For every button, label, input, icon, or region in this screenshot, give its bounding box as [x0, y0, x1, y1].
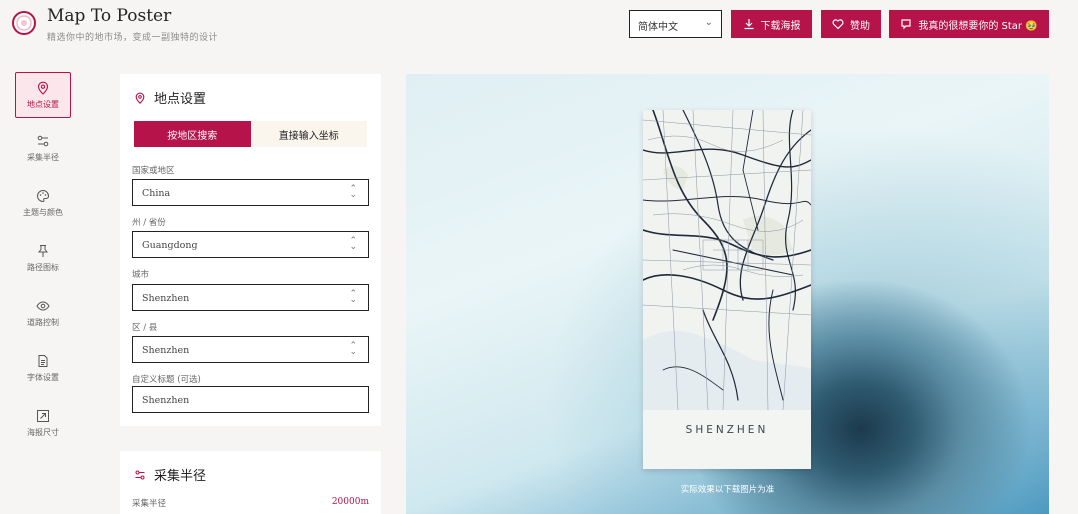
radius-panel-title: 采集半径 [154, 469, 207, 484]
poster-city-name: SHENZHEN [685, 424, 769, 436]
up-down-chevron-icon: ⌃ ⌄ [349, 184, 357, 200]
search-mode-tabs: 按地区搜索 直接输入坐标 [134, 121, 367, 147]
district-value: Shenzhen [142, 345, 190, 356]
panel-title: 地点设置 [134, 88, 206, 107]
palette-icon [37, 189, 50, 202]
pin-icon [37, 244, 49, 257]
city-select[interactable]: Shenzhen ⌃ ⌄ [132, 284, 369, 311]
city-label: 城市 [132, 270, 150, 280]
language-select[interactable]: 简体中文 ⌄ [629, 10, 722, 38]
github-star-button[interactable]: 我真的很想要你的 Star 🥹 [889, 10, 1049, 38]
preview-disclaimer: 实际效果以下载图片为准 [680, 485, 775, 495]
sidebar-item-label: 海报尺寸 [27, 427, 59, 437]
download-poster-label: 下载海报 [760, 20, 801, 32]
app-subtitle: 精选你中的地市场，变成一副独特的设计 [47, 33, 219, 43]
sidebar-item-roads[interactable]: 道路控制 [15, 290, 71, 336]
language-select-value: 简体中文 [638, 22, 678, 33]
panel-title: 采集半径 [134, 465, 206, 484]
sidebar-item-label: 道路控制 [27, 317, 59, 327]
download-poster-button[interactable]: 下载海报 [731, 10, 812, 38]
app-title: Map To Poster [47, 6, 172, 26]
tab-enter-coordinates[interactable]: 直接输入坐标 [250, 121, 367, 147]
sidebar-item-label: 路径图标 [27, 262, 59, 272]
sliders-icon [135, 470, 145, 479]
github-star-label: 我真的很想要你的 Star 🥹 [918, 20, 1038, 32]
map-pin-icon [135, 92, 145, 104]
sidebar-item-label: 主题与颜色 [23, 207, 63, 217]
city-value: Shenzhen [142, 293, 190, 304]
download-icon [744, 19, 753, 30]
custom-title-input[interactable]: Shenzhen [132, 386, 369, 413]
poster-preview-area: SHENZHEN 实际效果以下载图片为准 [406, 74, 1049, 514]
tab-search-by-region[interactable]: 按地区搜索 [134, 121, 251, 147]
document-icon [38, 354, 48, 367]
up-down-chevron-icon: ⌃ ⌄ [349, 341, 357, 357]
github-icon [901, 19, 911, 30]
radius-settings-panel: 采集半径 采集半径 20000m [120, 451, 381, 514]
app-logo [12, 11, 36, 35]
sponsor-label: 赞助 [850, 20, 870, 32]
app-header: Map To Poster 精选你中的地市场，变成一副独特的设计 简体中文 ⌄ … [0, 0, 1078, 62]
country-select[interactable]: China ⌃ ⌄ [132, 179, 369, 206]
sidebar-item-font[interactable]: 字体设置 [15, 345, 71, 391]
province-value: Guangdong [142, 240, 198, 251]
radius-label: 采集半径 [132, 499, 167, 509]
up-down-chevron-icon: ⌃ ⌄ [349, 289, 357, 305]
sidebar-item-radius[interactable]: 采集半径 [15, 125, 71, 171]
country-value: China [142, 188, 171, 199]
radius-row: 采集半径 20000m [132, 497, 369, 509]
sidebar-item-location[interactable]: 地点设置 [15, 72, 71, 118]
province-label: 州 / 省份 [132, 218, 166, 228]
sliders-icon [37, 135, 49, 146]
sidebar-item-theme[interactable]: 主题与颜色 [15, 180, 71, 226]
district-select[interactable]: Shenzhen ⌃ ⌄ [132, 336, 369, 363]
custom-title-label: 自定义标题 (可选) [132, 375, 201, 385]
radius-value: 20000m [331, 497, 369, 507]
custom-title-value: Shenzhen [142, 395, 190, 406]
resize-icon [37, 409, 49, 422]
eye-icon [36, 300, 50, 311]
city-map [643, 110, 811, 410]
sidebar-item-label: 字体设置 [27, 372, 59, 382]
district-label: 区 / 县 [132, 323, 158, 333]
up-down-chevron-icon: ⌃ ⌄ [349, 236, 357, 252]
map-pin-icon [37, 81, 49, 95]
poster-preview: SHENZHEN [643, 110, 811, 469]
province-select[interactable]: Guangdong ⌃ ⌄ [132, 231, 369, 258]
heart-icon [832, 19, 844, 30]
sidebar-item-size[interactable]: 海报尺寸 [15, 400, 71, 446]
sponsor-button[interactable]: 赞助 [821, 10, 881, 38]
sidebar-item-label: 采集半径 [27, 152, 59, 162]
location-panel-title: 地点设置 [154, 92, 207, 107]
sidebar-item-route-icon[interactable]: 路径图标 [15, 235, 71, 281]
sidebar-item-label: 地点设置 [27, 99, 59, 109]
country-label: 国家或地区 [132, 166, 175, 176]
location-settings-panel: 地点设置 按地区搜索 直接输入坐标 国家或地区 China ⌃ ⌄ 州 / 省份 … [120, 74, 381, 426]
chevron-down-icon: ⌄ [704, 17, 713, 28]
